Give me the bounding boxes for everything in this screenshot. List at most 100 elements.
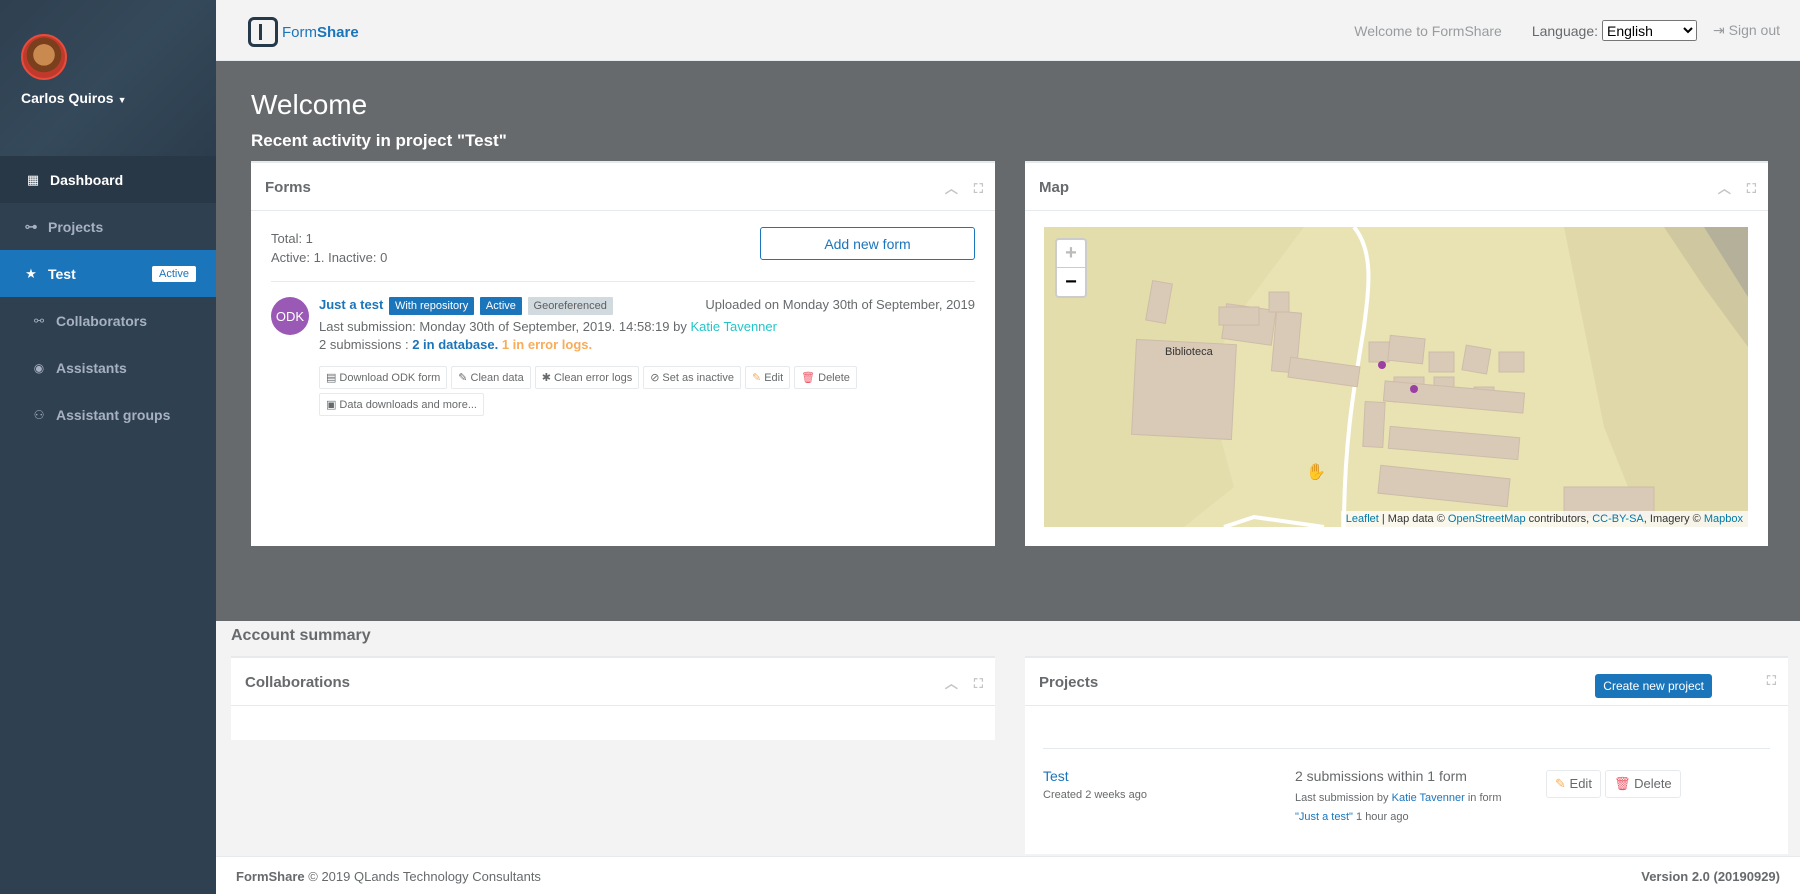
zoom-control: + − (1055, 238, 1087, 298)
sign-out-label: Sign out (1728, 22, 1780, 38)
divider (271, 281, 975, 282)
button-label: Download ODK form (339, 372, 441, 384)
uploaded-date: Uploaded on Monday 30th of September, 20… (705, 297, 975, 312)
divider (1043, 748, 1770, 749)
brand-logo[interactable]: Form Share (248, 17, 359, 47)
mapbox-link[interactable]: Mapbox (1704, 513, 1743, 525)
fullscreen-icon[interactable]: ⛶ (974, 676, 983, 691)
user-circle-icon: ◉ (33, 360, 45, 375)
footer: FormShare © 2019 QLands Technology Consu… (216, 856, 1800, 894)
sidebar: Carlos Quiros ▼ ▦ Dashboard ⊶ Projects ★ Tes… (0, 0, 216, 894)
submitter-link[interactable]: Katie Tavenner (690, 319, 777, 334)
welcome-message: Welcome to FormShare (1354, 22, 1502, 39)
set-inactive-button[interactable]: ⊘ Set as inactive (643, 366, 741, 389)
sidebar-item-assistant-groups[interactable]: ⚇ Assistant groups (0, 391, 216, 438)
star-icon: ★ (25, 265, 37, 281)
button-label: Clean error logs (553, 372, 633, 384)
sitemap-icon: ⊶ (24, 218, 38, 234)
map-attribution: Leaflet | Map data © OpenStreetMap contr… (1340, 511, 1748, 527)
sidebar-item-label: Dashboard (50, 171, 124, 188)
fullscreen-icon[interactable]: ⛶ (974, 181, 983, 196)
bug-icon: ✱ (541, 372, 551, 384)
sidebar-item-collaborators[interactable]: ⚯ Collaborators (0, 297, 216, 344)
collaborations-panel: Collaborations ︿ ⛶ (231, 656, 995, 740)
brand-share-text: Share (317, 23, 359, 41)
add-new-form-button[interactable]: Add new form (760, 227, 975, 260)
brand-form-text: Form (282, 23, 317, 41)
error-logs-link[interactable]: 1 in error logs. (502, 337, 592, 352)
collapse-icon[interactable]: ︿ (945, 676, 958, 691)
ban-icon: ⊘ (650, 372, 660, 384)
button-label: Delete (1634, 776, 1672, 791)
clean-error-logs-button[interactable]: ✱ Clean error logs (534, 366, 640, 389)
fullscreen-icon[interactable]: ⛶ (1767, 673, 1776, 688)
file-icon: ▤ (326, 372, 337, 384)
sidebar-item-projects[interactable]: ⊶ Projects (0, 203, 216, 250)
button-label: Delete (818, 372, 850, 384)
create-new-project-button[interactable]: Create new project (1595, 674, 1712, 698)
active-count: Active: 1. Inactive: 0 (271, 250, 388, 265)
map-tiles: ✋ (1044, 227, 1748, 527)
in-database-link[interactable]: 2 in database. (412, 337, 498, 352)
button-label: Set as inactive (662, 372, 734, 384)
sidebar-item-dashboard[interactable]: ▦ Dashboard (0, 156, 216, 203)
users-icon: ⚇ (33, 407, 45, 422)
fullscreen-icon[interactable]: ⛶ (1747, 181, 1756, 196)
project-name-link[interactable]: Test (1043, 768, 1069, 784)
delete-project-button[interactable]: 🗑 Delete (1604, 770, 1681, 798)
page-subtitle: Recent activity in project "Test" (251, 131, 507, 150)
version-info: Version 2.0 (20190929) (1641, 869, 1780, 884)
sidebar-item-test[interactable]: ★ Test Active (0, 250, 216, 297)
panel-title: Projects (1039, 674, 1099, 691)
delete-form-button[interactable]: 🗑 Delete (794, 366, 857, 389)
gift-icon: ▣ (326, 399, 337, 411)
total-count: Total: 1 (271, 231, 313, 246)
leaflet-map[interactable]: ✋ Biblioteca + − Leaflet | Map data © Op… (1044, 227, 1748, 527)
button-label: Data downloads and more... (339, 399, 477, 411)
data-downloads-button[interactable]: ▣ Data downloads and more... (319, 393, 484, 416)
leaflet-link[interactable]: Leaflet (1346, 513, 1379, 525)
label-with-repository: With repository (388, 297, 475, 315)
panel-title: Forms (265, 179, 311, 196)
language-select[interactable]: English (1602, 20, 1697, 41)
edit-project-button[interactable]: ✎ Edit (1546, 770, 1601, 798)
avatar[interactable] (21, 34, 67, 80)
pencil-icon: ✎ (751, 372, 762, 384)
collapse-icon[interactable]: ︿ (945, 181, 958, 196)
osm-link[interactable]: OpenStreetMap (1448, 513, 1526, 525)
sign-out-link[interactable]: ⇥ Sign out (1713, 22, 1780, 39)
forms-panel: Forms ︿ ⛶ Total: 1 Active: 1. Inactive: 0… (251, 161, 995, 546)
license-link[interactable]: CC-BY-SA (1592, 513, 1644, 525)
in-form-text: in form (1467, 792, 1502, 804)
footer-brand: FormShare (236, 869, 305, 884)
project-submissions: 2 submissions within 1 form (1295, 768, 1467, 784)
trash-icon: 🗑 (801, 372, 816, 384)
sidebar-item-assistants[interactable]: ◉ Assistants (0, 344, 216, 391)
sidebar-item-label: Projects (48, 218, 104, 235)
pencil-icon: ✎ (458, 372, 468, 384)
profile-area: Carlos Quiros ▼ (0, 0, 216, 156)
formshare-logo-icon (248, 17, 278, 47)
sidebar-item-label: Assistants (56, 359, 127, 376)
handshake-icon: ⚯ (33, 313, 45, 328)
dashboard-icon: ▦ (26, 171, 40, 187)
account-summary-title: Account summary (231, 627, 371, 644)
form-name-link[interactable]: Just a test (319, 297, 383, 312)
footer-copyright: © 2019 QLands Technology Consultants (308, 869, 541, 884)
submissions-text: 2 submissions : (319, 337, 409, 352)
clean-data-button[interactable]: ✎ Clean data (451, 366, 531, 389)
user-name: Carlos Quiros (21, 90, 114, 106)
form-link[interactable]: "Just a test" (1295, 811, 1353, 823)
button-label: Edit (1569, 776, 1592, 791)
last-submission-line: Last submission: Monday 30th of Septembe… (319, 319, 975, 334)
page-title: Welcome (251, 89, 368, 120)
zoom-in-button[interactable]: + (1057, 240, 1085, 268)
user-menu[interactable]: Carlos Quiros ▼ (21, 90, 216, 106)
status-badge: Active (152, 265, 196, 282)
collapse-icon[interactable]: ︿ (1718, 181, 1731, 196)
map-place-label: Biblioteca (1165, 346, 1213, 358)
download-odk-form-button[interactable]: ▤ Download ODK form (319, 366, 448, 389)
edit-form-button[interactable]: ✎ Edit (744, 366, 791, 389)
submitter-link[interactable]: Katie Tavenner (1392, 792, 1465, 804)
zoom-out-button[interactable]: − (1057, 268, 1085, 296)
